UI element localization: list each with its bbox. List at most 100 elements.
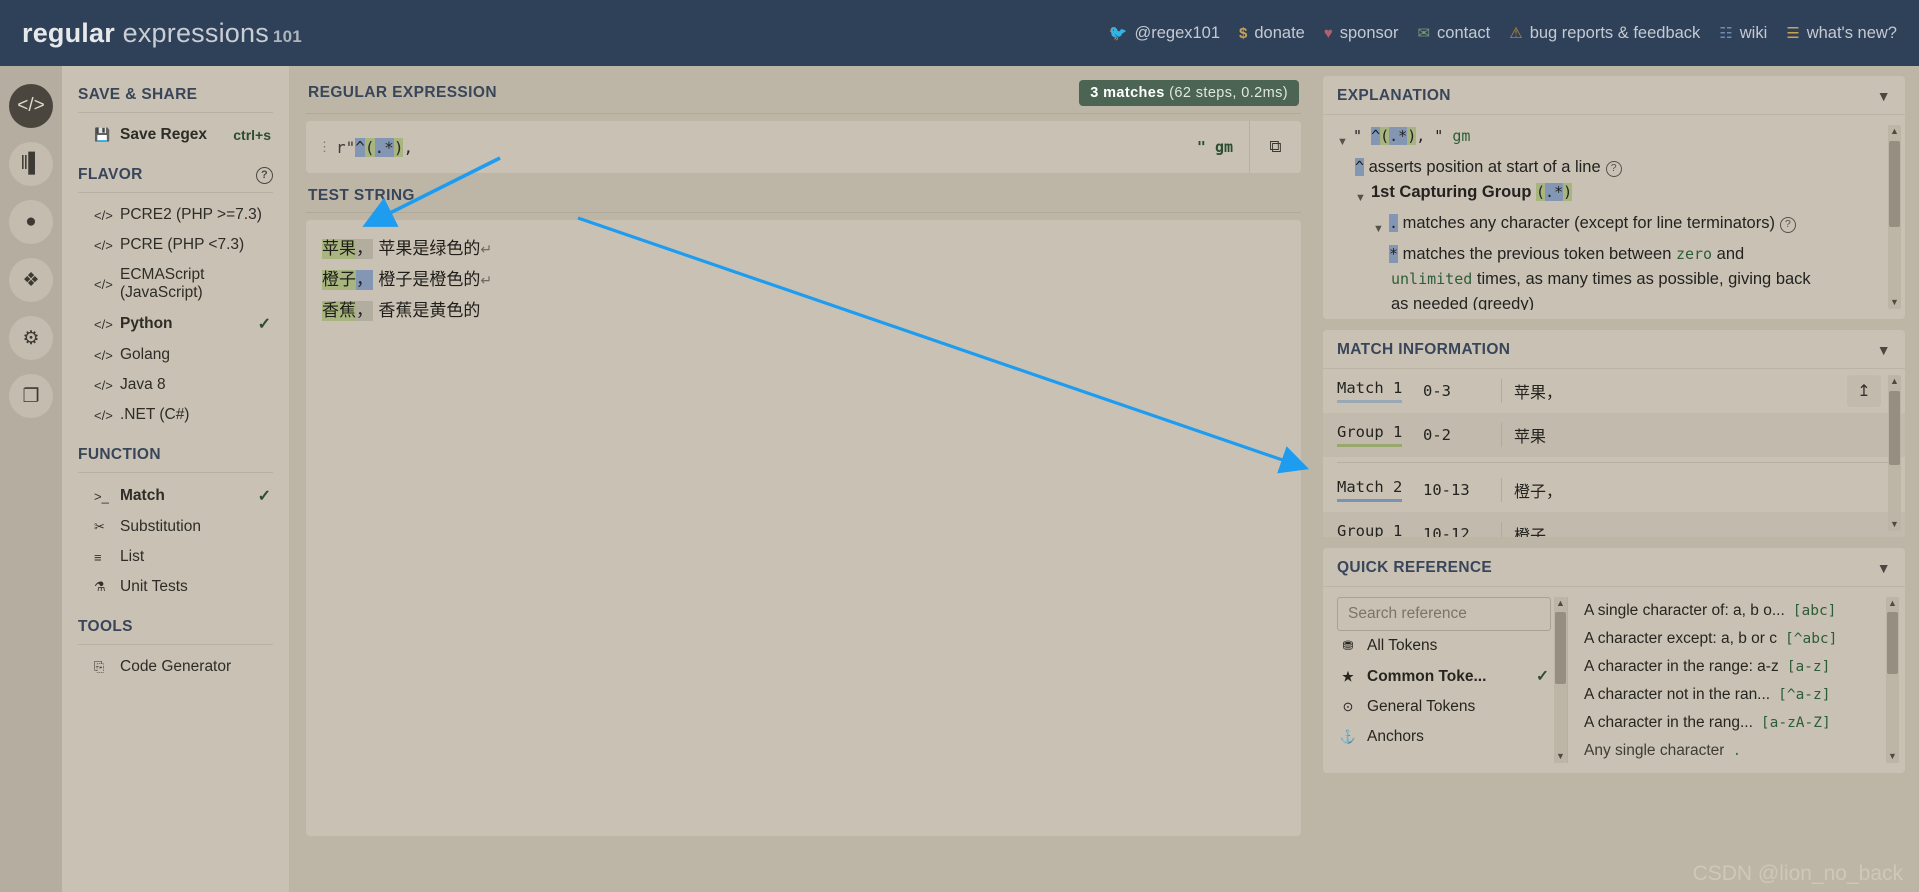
chevron-down-icon[interactable]: ▼ xyxy=(1877,560,1891,576)
qr-entry-desc: A character except: a, b or c xyxy=(1584,630,1777,647)
qr-category-anchors[interactable]: ⚓ Anchors xyxy=(1337,722,1551,752)
explanation-row-unlimited: unlimited times, as many times as possib… xyxy=(1337,267,1893,292)
exp-row-bold-label: 1st Capturing Group xyxy=(1371,183,1532,201)
flavor-label: Python xyxy=(120,315,173,332)
scroll-down-icon[interactable]: ▼ xyxy=(1888,296,1901,309)
sidebar-item-list[interactable]: ≡ List xyxy=(76,542,275,572)
exp-token-dot-star: .* xyxy=(1389,127,1408,145)
main-layout: </> ‖▌ ● ❖ ⚙ ❐ SAVE & SHARE 💾 Save Regex… xyxy=(0,66,1919,892)
qr-category-common-tokens[interactable]: ★ Common Toke... ✓ xyxy=(1337,661,1551,692)
match-information-title: MATCH INFORMATION xyxy=(1337,341,1511,358)
anchor-icon: ⚓ xyxy=(1339,729,1357,744)
sidebar-item-flavor-dotnet[interactable]: </> .NET (C#) xyxy=(76,400,275,430)
export-icon[interactable]: ↥ xyxy=(1847,375,1881,407)
sidebar-item-flavor-pcre2[interactable]: </> PCRE2 (PHP >=7.3) xyxy=(76,200,275,230)
scroll-down-icon[interactable]: ▼ xyxy=(1554,750,1567,763)
rail-regex-editor-icon[interactable]: </> xyxy=(9,84,53,128)
help-icon[interactable]: ? xyxy=(256,166,273,184)
scroll-up-icon[interactable]: ▲ xyxy=(1888,125,1901,138)
nav-link-whats-new[interactable]: ☰ what's new? xyxy=(1786,24,1897,43)
sidebar-item-flavor-python[interactable]: </> Python ✓ xyxy=(76,308,275,340)
collapse-triangle-icon[interactable]: ▼ xyxy=(1337,124,1353,155)
exp-code-zero: zero xyxy=(1675,245,1713,263)
match-information-panel: MATCH INFORMATION ▼ Match 1 0-3 苹果， Grou… xyxy=(1323,330,1905,537)
explanation-row-greedy: as needed (greedy) xyxy=(1337,292,1893,310)
nav-link-bug-reports-label: bug reports & feedback xyxy=(1529,23,1701,42)
rail-library-icon[interactable]: ‖▌ xyxy=(9,142,53,186)
scroll-down-icon[interactable]: ▼ xyxy=(1888,518,1901,531)
list-item[interactable]: A character not in the ran... [^a-z] xyxy=(1582,681,1893,709)
help-icon[interactable]: ? xyxy=(1779,216,1796,233)
chevron-down-icon[interactable]: ▼ xyxy=(1877,342,1891,358)
explanation-scrollbar[interactable]: ▲ ▼ xyxy=(1888,125,1901,309)
match-range: 10-13 xyxy=(1423,481,1470,499)
regex-flags-value: gm xyxy=(1214,138,1233,156)
dollar-icon: $ xyxy=(1239,24,1248,42)
nav-link-contact[interactable]: ✉ contact xyxy=(1417,24,1490,43)
check-icon: ✓ xyxy=(257,488,271,505)
scrollbar-thumb[interactable] xyxy=(1555,612,1566,684)
qr-category-all-tokens[interactable]: ⛃ All Tokens xyxy=(1337,631,1551,661)
qr-category-label: Common Toke... xyxy=(1367,667,1487,685)
test-string-label: TEST STRING xyxy=(308,187,415,204)
search-input[interactable] xyxy=(1337,597,1551,631)
sidebar-item-code-generator[interactable]: ⎘ Code Generator xyxy=(76,652,275,682)
star-icon: ★ xyxy=(1342,668,1354,684)
test-string-input[interactable]: 苹果， 苹果是绿色的↵ 橙子， 橙子是橙色的↵ 香蕉， 香蕉是黄色的 xyxy=(306,220,1301,836)
help-icon[interactable]: ? xyxy=(1605,160,1622,177)
list-item[interactable]: A character in the rang... [a-zA-Z] xyxy=(1582,709,1893,737)
drag-handle-icon[interactable]: ⋮ xyxy=(306,140,336,155)
regex-input[interactable]: ⋮ r" ^(.*), " gm ⧉ xyxy=(306,121,1301,173)
sidebar-item-save-regex[interactable]: 💾 Save Regex ctrl+s xyxy=(76,120,275,150)
scrollbar-thumb[interactable] xyxy=(1887,612,1898,674)
regex-flags[interactable]: " gm xyxy=(1197,138,1249,156)
rail-community-icon[interactable]: ❐ xyxy=(9,374,53,418)
scroll-up-icon[interactable]: ▲ xyxy=(1888,375,1901,388)
nav-link-bug-reports[interactable]: ⚠ bug reports & feedback xyxy=(1509,24,1700,43)
list-item[interactable]: A character except: a, b or c [^abc] xyxy=(1582,625,1893,653)
explanation-header: EXPLANATION ▼ xyxy=(1323,76,1905,115)
sidebar-item-match[interactable]: >_ Match ✓ xyxy=(76,480,275,512)
sidebar-item-flavor-pcre[interactable]: </> PCRE (PHP <7.3) xyxy=(76,230,275,260)
nav-link-wiki[interactable]: ☷ wiki xyxy=(1719,24,1767,43)
app-logo[interactable]: regular expressions 101 xyxy=(22,18,302,49)
scrollbar-thumb[interactable] xyxy=(1889,141,1900,227)
collapse-triangle-icon[interactable]: ▼ xyxy=(1355,180,1371,211)
list-item[interactable]: Any single character. xyxy=(1582,737,1893,765)
quick-reference-entries-scrollbar[interactable]: ▲ ▼ xyxy=(1886,597,1899,763)
rail-settings-gear-icon[interactable]: ⚙ xyxy=(9,316,53,360)
nav-link-sponsor[interactable]: ♥ sponsor xyxy=(1324,24,1399,43)
sidebar-item-unit-tests[interactable]: ⚗ Unit Tests xyxy=(76,572,275,602)
qr-entry-token: [a-zA-Z] xyxy=(1760,715,1831,731)
table-row[interactable]: Match 1 0-3 苹果， xyxy=(1323,369,1905,413)
sidebar-item-flavor-java8[interactable]: </> Java 8 xyxy=(76,370,275,400)
collapse-triangle-icon[interactable]: ▼ xyxy=(1373,211,1389,242)
sidebar-item-flavor-ecmascript[interactable]: </> ECMAScript (JavaScript) xyxy=(76,260,275,308)
copy-icon[interactable]: ⧉ xyxy=(1249,121,1301,173)
quick-reference-panel: QUICK REFERENCE ▼ ⛃ All Tokens ★ Common To… xyxy=(1323,548,1905,773)
match-information-scrollbar[interactable]: ▲ ▼ xyxy=(1888,375,1901,531)
function-label: List xyxy=(120,548,145,565)
table-row[interactable]: Group 1 0-2 苹果 xyxy=(1323,413,1905,457)
nav-link-twitter[interactable]: 🐦 @regex101 xyxy=(1109,24,1220,43)
chevron-down-icon[interactable]: ▼ xyxy=(1877,88,1891,104)
match-comma: ， xyxy=(356,301,373,321)
list-item[interactable]: A character in the range: a-z [a-z] xyxy=(1582,653,1893,681)
table-row[interactable]: Group 1 10-12 橙子 xyxy=(1323,512,1905,537)
rail-sponsor-icon[interactable]: ❖ xyxy=(9,258,53,302)
scrollbar-thumb[interactable] xyxy=(1889,391,1900,465)
sidebar-item-flavor-golang[interactable]: </> Golang xyxy=(76,340,275,370)
scroll-down-icon[interactable]: ▼ xyxy=(1886,750,1899,763)
sidebar-item-substitution[interactable]: ✂ Substitution xyxy=(76,512,275,542)
list-item[interactable]: A single character of: a, b o... [abc] xyxy=(1582,597,1893,625)
quick-reference-category-scrollbar[interactable]: ▲ ▼ xyxy=(1554,597,1567,763)
icon-rail: </> ‖▌ ● ❖ ⚙ ❐ xyxy=(0,66,62,892)
scroll-up-icon[interactable]: ▲ xyxy=(1554,597,1567,610)
rail-account-icon[interactable]: ● xyxy=(9,200,53,244)
table-row[interactable]: Match 2 10-13 橙子， xyxy=(1323,468,1905,512)
qr-category-general-tokens[interactable]: ⊙ General Tokens xyxy=(1337,692,1551,722)
function-label: Substitution xyxy=(120,518,201,535)
nav-link-donate[interactable]: $ donate xyxy=(1239,24,1305,43)
scroll-up-icon[interactable]: ▲ xyxy=(1886,597,1899,610)
exp-code-unlimited: unlimited xyxy=(1391,270,1473,288)
